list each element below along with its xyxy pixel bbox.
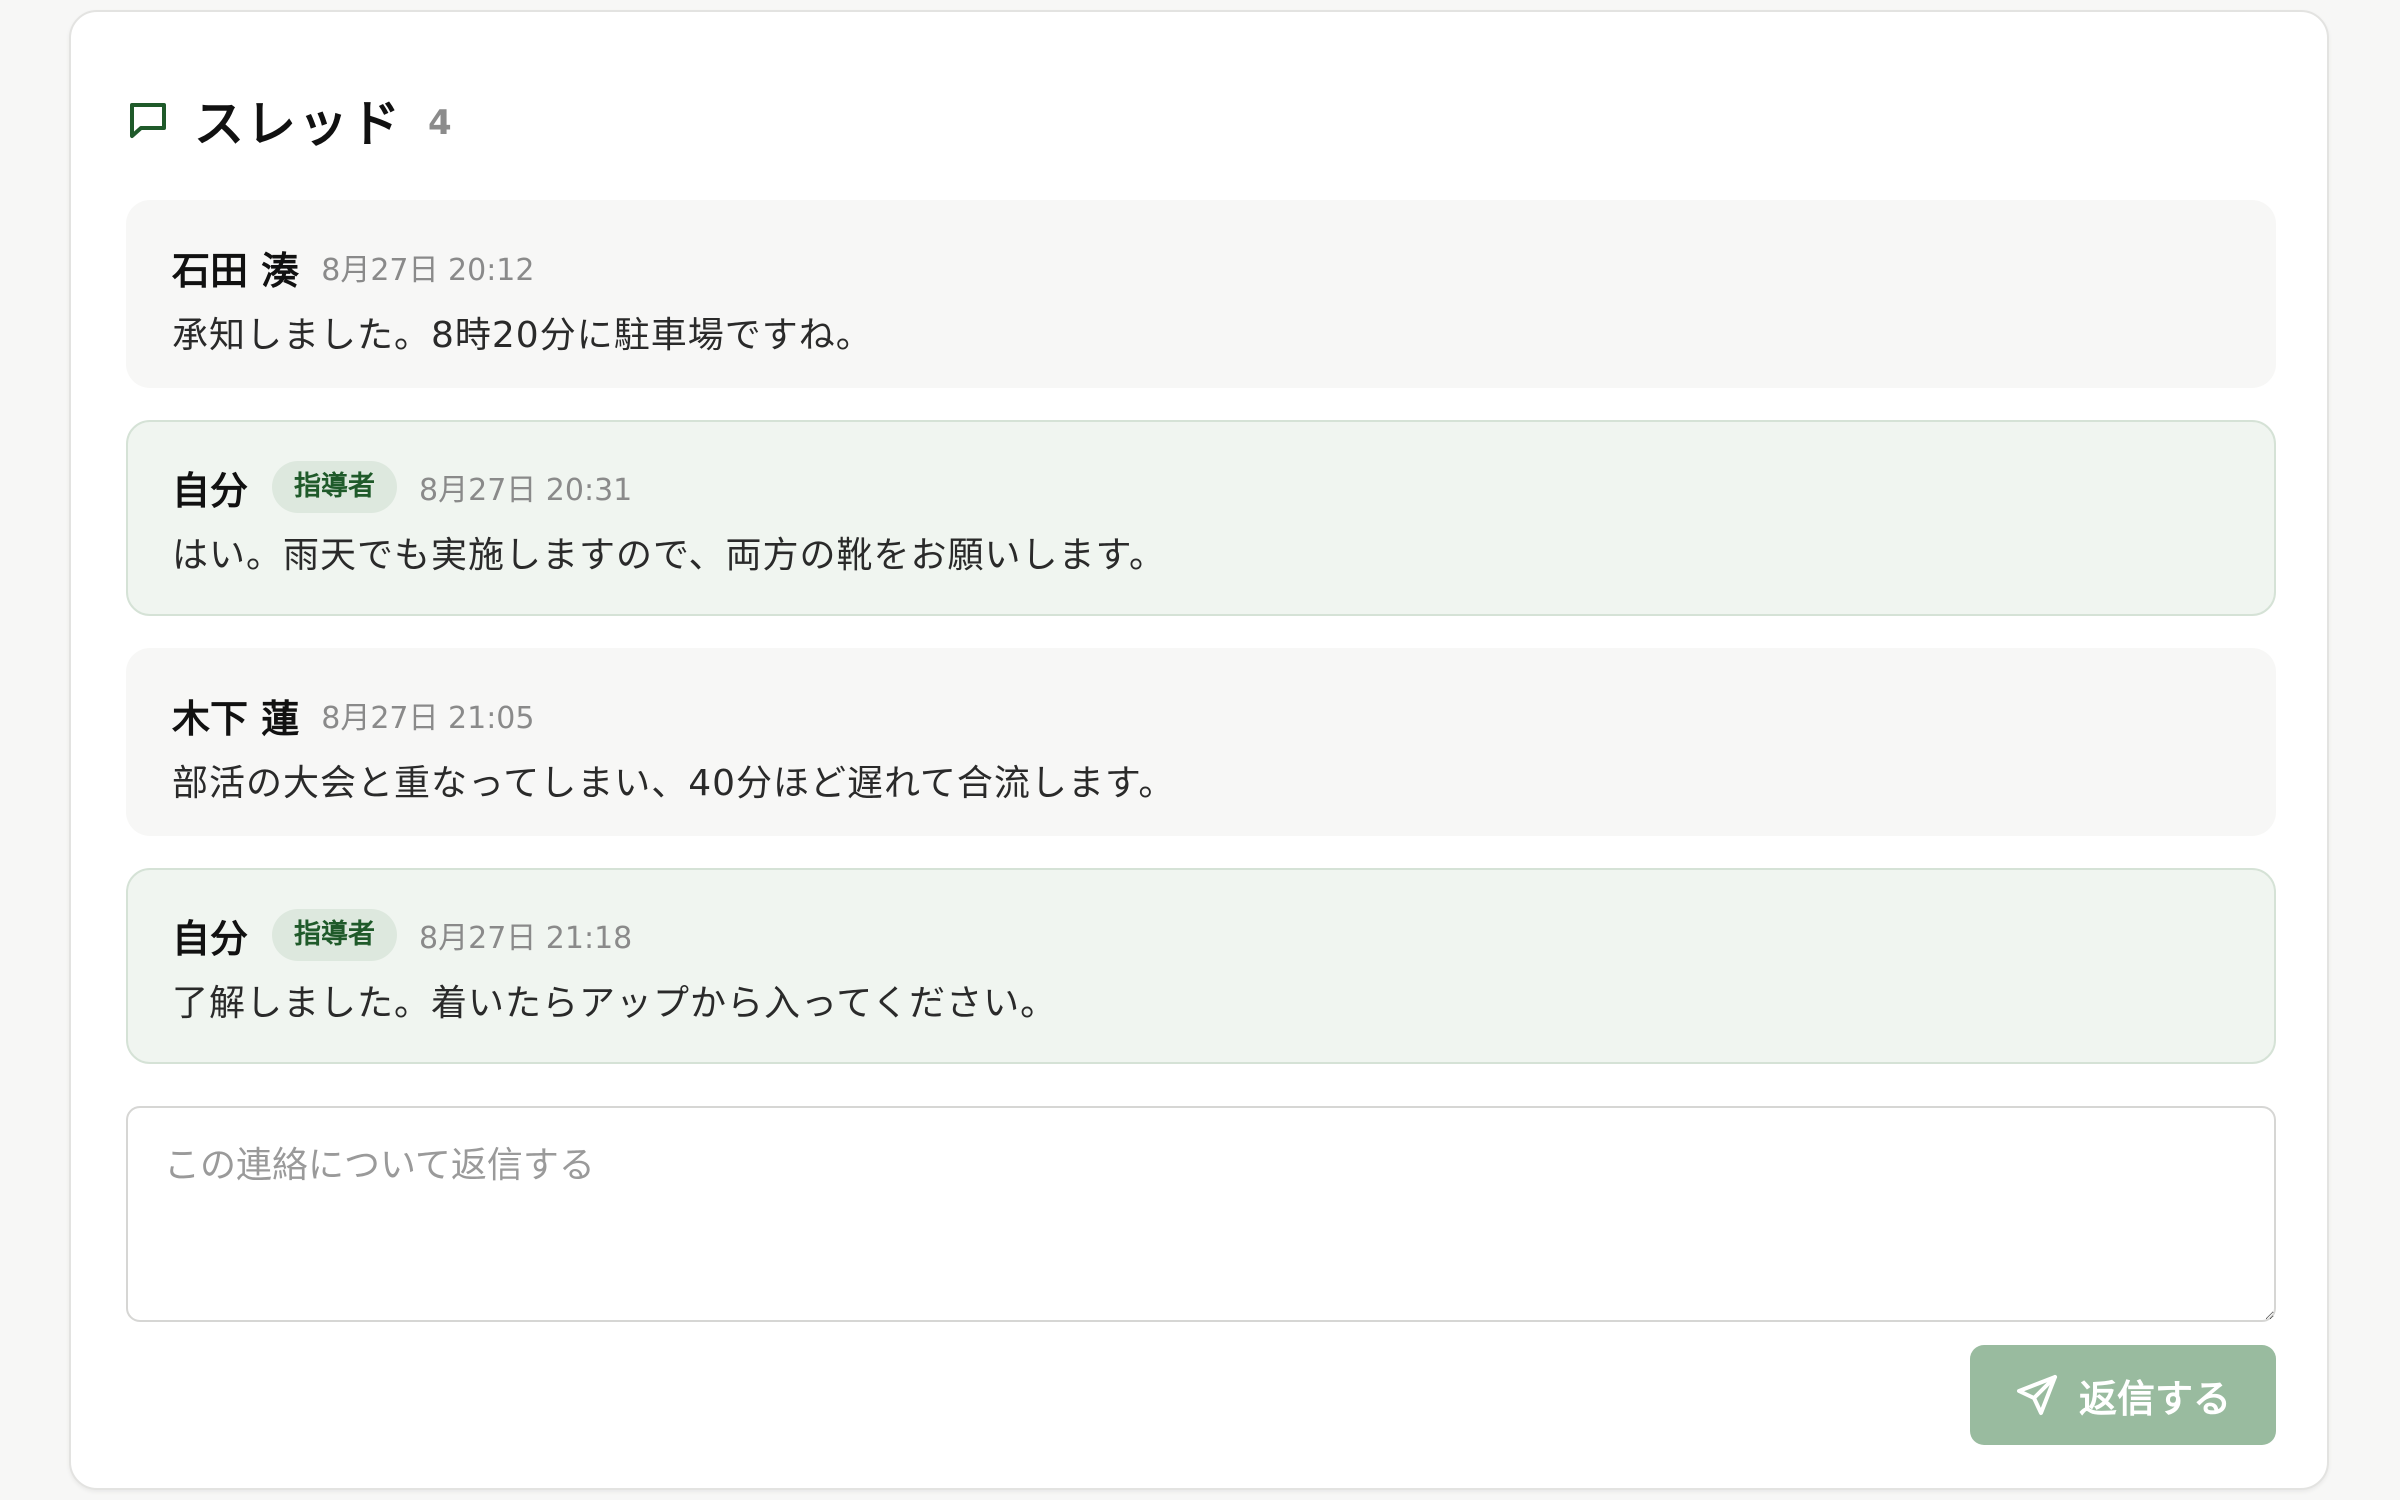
message-item-mine: 自分 指導者 8月27日 21:18 了解しました。着いたらアップから入ってくだ… bbox=[126, 868, 2276, 1064]
message-author: 自分 bbox=[172, 916, 249, 961]
message-text: 承知しました。8時20分に駐車場ですね。 bbox=[172, 315, 873, 356]
thread-card: スレッド 4 石田 湊 8月27日 20:12 承知しました。8時20分に駐車場… bbox=[69, 10, 2329, 1490]
message-text: 部活の大会と重なってしまい、40分ほど遅れて合流します。 bbox=[172, 763, 1176, 804]
message-header: 木下 蓮 8月27日 21:05 bbox=[172, 688, 2230, 742]
message-timestamp: 8月27日 21:05 bbox=[321, 701, 535, 736]
message-author: 石田 湊 bbox=[172, 248, 300, 293]
thread-title: スレッド bbox=[194, 95, 402, 153]
message-list: 石田 湊 8月27日 20:12 承知しました。8時20分に駐車場ですね。 自分… bbox=[126, 200, 2276, 1096]
message-text: はい。雨天でも実施しますので、両方の靴をお願いします。 bbox=[172, 535, 1166, 576]
role-badge: 指導者 bbox=[272, 909, 398, 961]
message-item: 石田 湊 8月27日 20:12 承知しました。8時20分に駐車場ですね。 bbox=[126, 200, 2276, 388]
message-timestamp: 8月27日 21:18 bbox=[419, 921, 633, 956]
message-timestamp: 8月27日 20:12 bbox=[321, 253, 535, 288]
send-icon bbox=[2015, 1373, 2059, 1417]
message-item-mine: 自分 指導者 8月27日 20:31 はい。雨天でも実施しますので、両方の靴をお… bbox=[126, 420, 2276, 616]
thread-header: スレッド 4 bbox=[126, 82, 452, 158]
reply-button[interactable]: 返信する bbox=[1970, 1345, 2276, 1445]
message-header: 石田 湊 8月27日 20:12 bbox=[172, 240, 2230, 294]
chat-bubble-icon bbox=[126, 98, 170, 142]
message-count: 4 bbox=[428, 103, 452, 143]
reply-textarea[interactable] bbox=[126, 1106, 2276, 1322]
role-badge: 指導者 bbox=[272, 461, 398, 513]
message-header: 自分 指導者 8月27日 20:31 bbox=[172, 460, 2230, 514]
message-text: 了解しました。着いたらアップから入ってください。 bbox=[172, 983, 1058, 1024]
reply-button-label: 返信する bbox=[2078, 1376, 2231, 1421]
message-author: 自分 bbox=[172, 468, 249, 513]
message-author: 木下 蓮 bbox=[172, 696, 300, 741]
message-timestamp: 8月27日 20:31 bbox=[419, 473, 633, 508]
message-header: 自分 指導者 8月27日 21:18 bbox=[172, 908, 2230, 962]
message-item: 木下 蓮 8月27日 21:05 部活の大会と重なってしまい、40分ほど遅れて合… bbox=[126, 648, 2276, 836]
